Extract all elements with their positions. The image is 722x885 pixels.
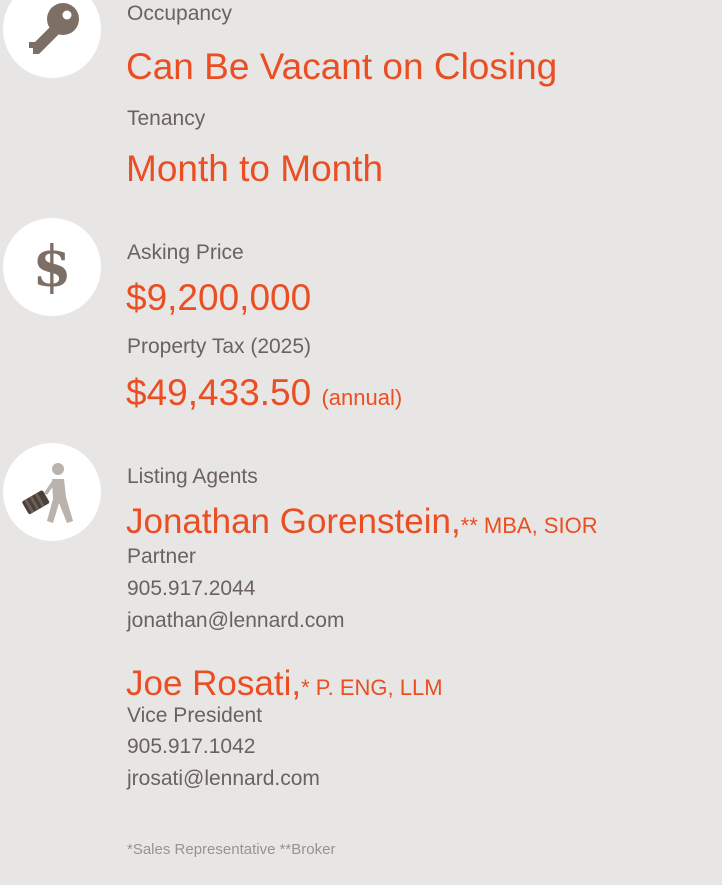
property-tax-label: Property Tax (2025)	[127, 335, 312, 358]
tenancy-value: Month to Month	[126, 148, 384, 189]
property-tax-amount: $49,433.50	[126, 372, 312, 413]
asking-price-value: $9,200,000	[126, 277, 312, 318]
dollar-icon-badge: $	[3, 218, 101, 316]
agent-icon-badge	[3, 443, 101, 541]
agent-1-name: Jonathan Gorenstein,	[126, 502, 461, 541]
occupancy-label: Occupancy	[127, 2, 233, 25]
footnote: *Sales Representative **Broker	[127, 841, 336, 858]
agent-2-email: jrosati@lennard.com	[127, 767, 320, 790]
agent-1-title: Partner	[127, 545, 196, 568]
agent-2-phone: 905.917.1042	[127, 735, 256, 758]
tenancy-label: Tenancy	[127, 107, 206, 130]
property-tax-value: $49,433.50 (annual)	[126, 374, 402, 411]
key-icon	[29, 3, 79, 54]
key-icon-badge	[3, 0, 101, 78]
agent-2-name: Joe Rosati,	[126, 664, 302, 703]
agent-2-name-line: Joe Rosati,* P. ENG, LLM	[126, 666, 443, 701]
agent-1-phone: 905.917.2044	[127, 577, 256, 600]
walking-person-briefcase-icon	[22, 463, 73, 523]
listing-agents-label: Listing Agents	[127, 465, 258, 488]
asking-price-label: Asking Price	[127, 241, 244, 264]
dollar-icon: $	[32, 234, 72, 300]
agent-1-name-line: Jonathan Gorenstein,** MBA, SIOR	[126, 504, 598, 539]
property-tax-suffix: (annual)	[321, 385, 403, 410]
agent-2-marker: *	[301, 675, 310, 700]
agent-1-credentials: MBA, SIOR	[477, 513, 598, 538]
agent-2-credentials: P. ENG, LLM	[309, 675, 443, 700]
agent-1-email: jonathan@lennard.com	[127, 609, 345, 632]
occupancy-value: Can Be Vacant on Closing	[126, 46, 558, 87]
agent-1-marker: **	[460, 513, 478, 538]
agent-2-title: Vice President	[127, 704, 263, 727]
